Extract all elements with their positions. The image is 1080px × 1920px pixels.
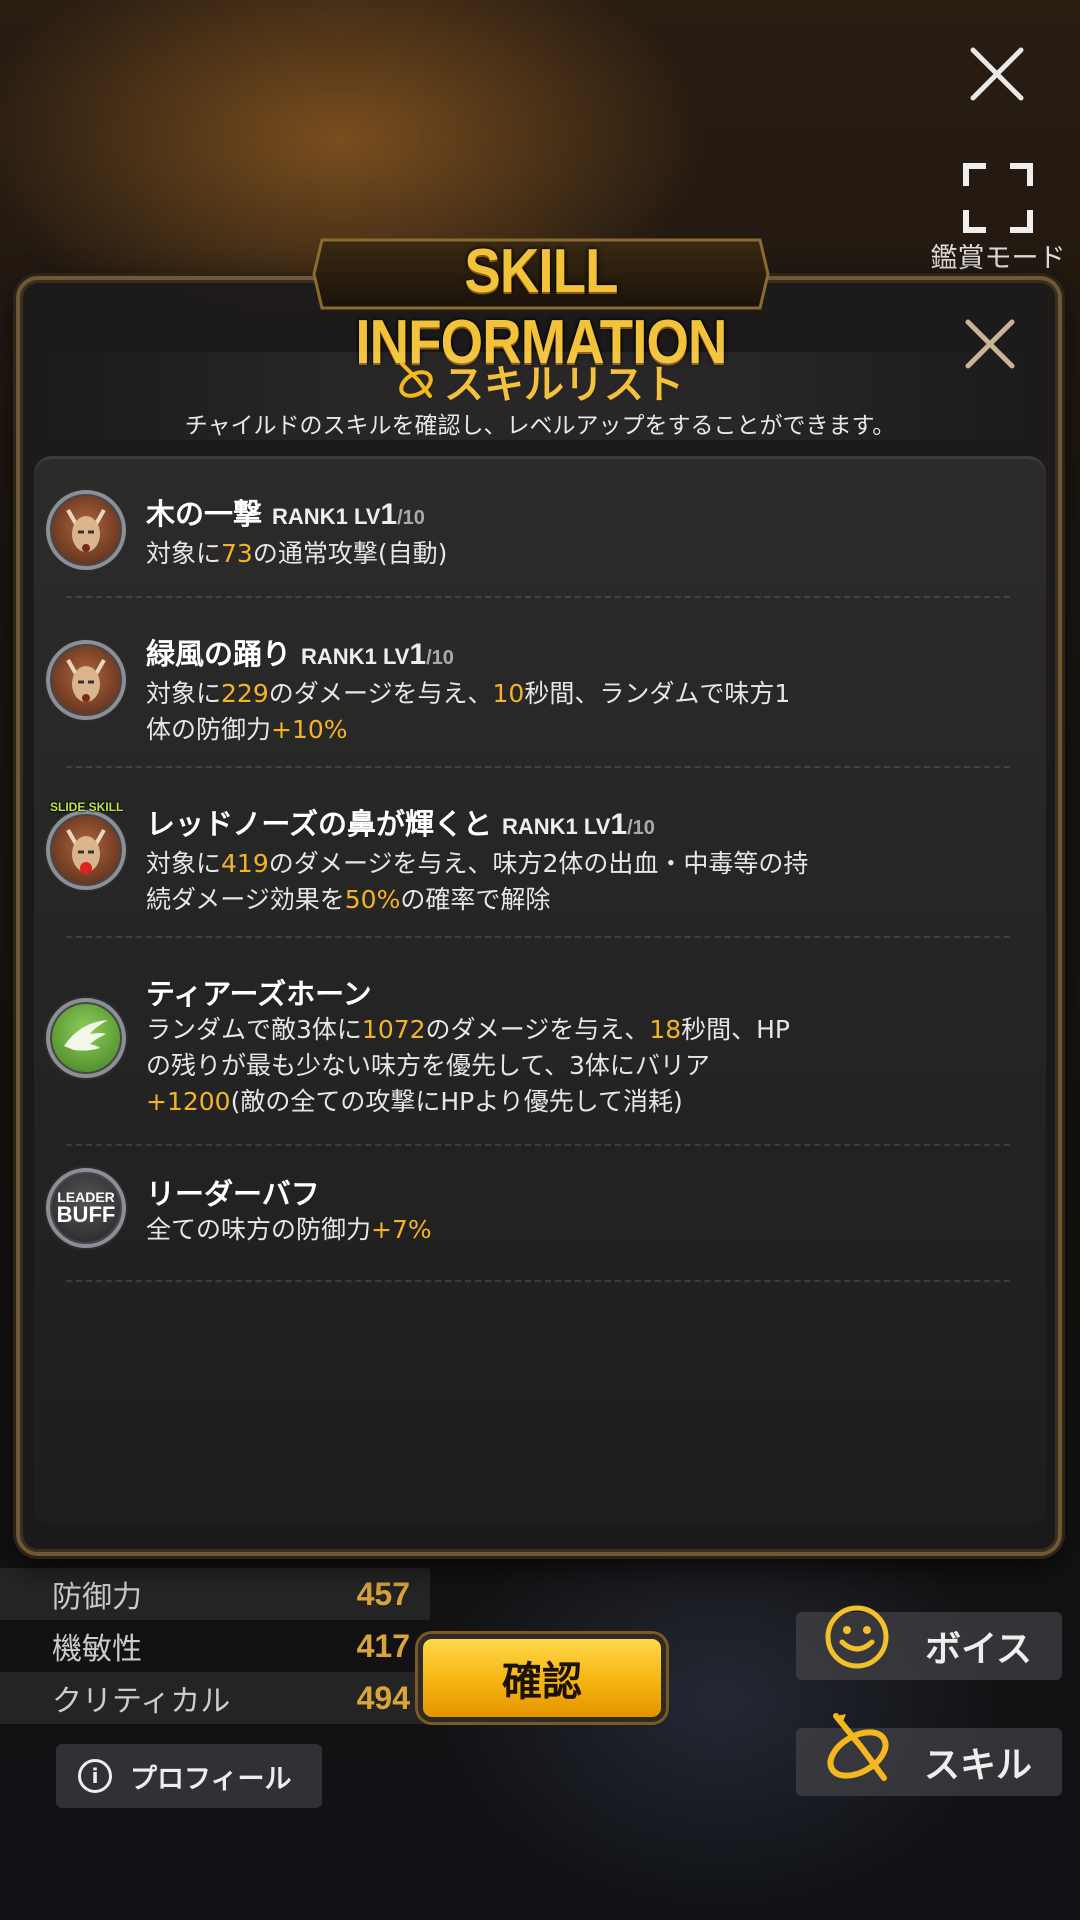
skill-text: リーダーバフ 全ての味方の防御力+7% <box>146 1176 866 1248</box>
modal-subtitle: チャイルドのスキルを確認し、レベルアップをすることができます。 <box>184 413 896 439</box>
close-icon[interactable] <box>965 42 1029 106</box>
stat-value: 457 <box>356 1575 410 1612</box>
profile-button[interactable]: i プロフィール <box>56 1744 322 1808</box>
stat-row-defense: 防御力 457 <box>0 1568 430 1620</box>
skill-name: 緑風の踊り <box>146 637 292 671</box>
stat-label: クリティカル <box>52 1684 231 1719</box>
divider <box>66 1280 1010 1282</box>
smile-icon <box>825 1605 889 1669</box>
stat-label: 機敏性 <box>52 1632 142 1667</box>
deer-mask-icon <box>46 490 126 570</box>
skill-text: 緑風の踊り RANK1 LV1/10 対象に229のダメージを与え、10秒間、ラン… <box>146 636 866 748</box>
voice-button[interactable]: ボイス <box>796 1605 1062 1680</box>
skill-text: 木の一撃 RANK1 LV1/10 対象に73の通常攻撃(自動) <box>146 496 866 572</box>
stat-value: 494 <box>356 1679 410 1716</box>
skill-list-title: スキルリスト <box>444 362 684 408</box>
skill-level-max: /10 <box>397 507 425 529</box>
skill-rank: RANK1 <box>301 644 377 669</box>
divider <box>66 596 1010 598</box>
stat-label: 防御力 <box>52 1580 142 1615</box>
voice-button-label: ボイス <box>925 1629 1032 1670</box>
skill-level-label: LV <box>583 814 611 839</box>
fullscreen-icon[interactable] <box>960 160 1036 236</box>
skill-level-max: /10 <box>426 647 454 669</box>
skill-description: ランダムで敵3体に1072のダメージを与え、18秒間、HP の残りが最も少ない味方… <box>146 1015 790 1116</box>
stat-row-critical: クリティカル 494 <box>0 1672 430 1724</box>
skill-button-label: スキル <box>923 1745 1032 1786</box>
skill-description: 対象に73の通常攻撃(自動) <box>146 539 448 568</box>
skill-name: 木の一撃 <box>146 497 263 531</box>
divider <box>66 766 1010 768</box>
skill-description: 対象に419のダメージを与え、味方2体の出血・中毒等の持 続ダメージ効果を50%の… <box>146 849 809 914</box>
skill-rank: RANK1 <box>272 504 348 529</box>
skill-level: 1 <box>610 808 628 841</box>
skill-feather-icon <box>827 1713 889 1781</box>
skill-name: リーダーバフ <box>146 1177 320 1211</box>
info-icon: i <box>78 1759 112 1793</box>
divider <box>66 936 1010 938</box>
wing-icon <box>46 998 126 1078</box>
stat-value: 417 <box>356 1627 410 1664</box>
skill-level-label: LV <box>353 504 381 529</box>
deer-mask-icon <box>46 810 126 890</box>
deer-mask-icon <box>46 640 126 720</box>
leader-buff-icon: LEADER BUFF <box>46 1168 126 1248</box>
divider <box>66 1144 1010 1146</box>
skill-list-heading: スキルリスト <box>0 352 1080 410</box>
stat-row-agility: 機敏性 417 <box>0 1620 430 1672</box>
skill-description: 全ての味方の防御力+7% <box>146 1215 432 1244</box>
skill-level: 1 <box>380 498 398 531</box>
skill-feather-icon <box>399 362 433 398</box>
skill-name: レッドノーズの鼻が輝くと <box>146 807 492 841</box>
skill-button[interactable]: スキル <box>796 1713 1062 1796</box>
profile-button-label: プロフィール <box>130 1763 292 1795</box>
skill-description: 対象に229のダメージを与え、10秒間、ランダムで味方1 体の防御力+10% <box>146 679 791 744</box>
slide-skill-badge: SLIDE SKILL <box>50 800 124 814</box>
stats-table: 防御力 457 機敏性 417 クリティカル 494 <box>0 1568 430 1724</box>
skill-text: ティアーズホーン ランダムで敵3体に1072のダメージを与え、18秒間、HP の残… <box>146 976 866 1120</box>
skill-name: ティアーズホーン <box>146 977 372 1011</box>
skill-level-label: LV <box>382 644 410 669</box>
skill-level-max: /10 <box>627 817 655 839</box>
skill-rank: RANK1 <box>501 814 578 839</box>
skill-level: 1 <box>409 638 427 671</box>
confirm-button[interactable]: 確認 <box>418 1634 666 1722</box>
skill-text: レッドノーズの鼻が輝くと RANK1 LV1/10 対象に419のダメージを与え、… <box>146 806 866 918</box>
appreciation-mode-label: 鑑賞モード <box>930 243 1066 274</box>
